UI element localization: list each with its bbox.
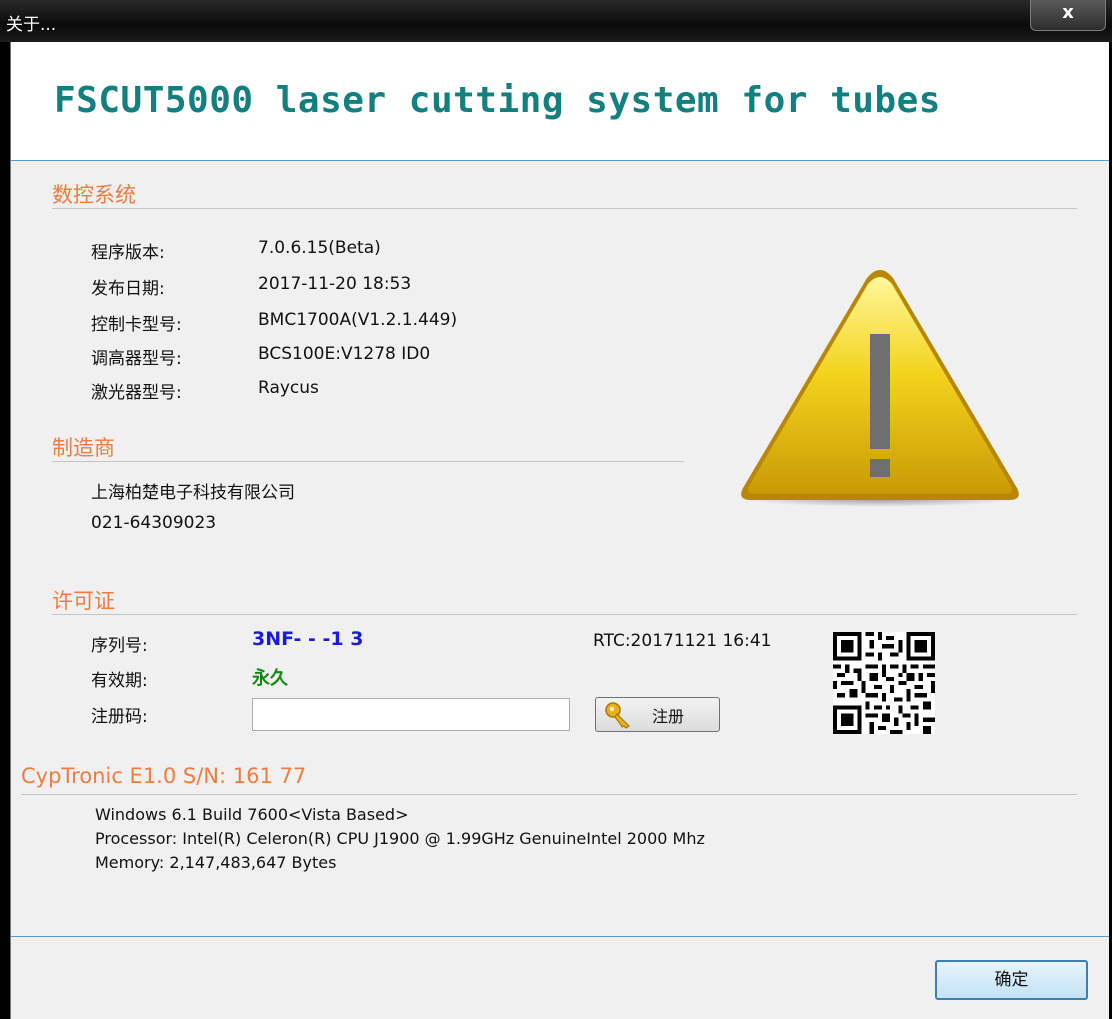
ok-button[interactable]: 确定 xyxy=(935,960,1088,1000)
memory-info: Memory: 2,147,483,647 Bytes xyxy=(95,853,337,872)
about-dialog: FSCUT5000 laser cutting system for tubes… xyxy=(0,42,1110,1019)
manufacturer-section-title: 制造商 xyxy=(52,436,115,460)
serial-value: 3NF- - -1 3 xyxy=(252,628,364,650)
serial-label: 序列号: xyxy=(91,636,148,656)
cnc-divider xyxy=(52,208,1077,209)
title-bar: 关于... x xyxy=(0,0,1112,42)
validity-label: 有效期: xyxy=(91,671,148,691)
app-title: FSCUT5000 laser cutting system for tubes xyxy=(54,80,941,121)
device-section-title: CypTronic E1.0 S/N: 161 77 xyxy=(21,764,307,788)
warning-triangle-icon xyxy=(740,270,1020,507)
release-date-label: 发布日期: xyxy=(91,279,165,299)
manufacturer-phone: 021-64309023 xyxy=(91,513,217,533)
cnc-section-title: 数控系统 xyxy=(52,183,136,207)
register-button[interactable]: 注册 xyxy=(595,697,720,732)
window-title: 关于... xyxy=(6,15,57,35)
rtc-value: RTC:20171121 16:41 xyxy=(593,631,772,651)
regcode-input[interactable] xyxy=(252,698,570,731)
key-icon xyxy=(605,701,630,729)
qr-code-icon xyxy=(833,632,935,734)
header-banner: FSCUT5000 laser cutting system for tubes xyxy=(11,42,1109,161)
manufacturer-divider xyxy=(52,461,684,462)
control-card-value: BMC1700A(V1.2.1.449) xyxy=(258,310,458,330)
height-controller-value: BCS100E:V1278 ID0 xyxy=(258,344,431,364)
laser-model-value: Raycus xyxy=(258,378,319,398)
dialog-body: FSCUT5000 laser cutting system for tubes… xyxy=(10,42,1109,1019)
os-info: Windows 6.1 Build 7600<Vista Based> xyxy=(95,805,409,824)
close-button[interactable]: x xyxy=(1030,0,1106,31)
device-divider xyxy=(21,794,1077,795)
validity-value: 永久 xyxy=(252,668,288,689)
register-button-label: 注册 xyxy=(652,706,685,726)
program-version-label: 程序版本: xyxy=(91,243,165,263)
footer-divider xyxy=(11,936,1109,937)
height-controller-label: 调高器型号: xyxy=(91,349,182,369)
license-section-title: 许可证 xyxy=(52,589,115,613)
control-card-label: 控制卡型号: xyxy=(91,315,182,335)
release-date-value: 2017-11-20 18:53 xyxy=(258,274,412,294)
program-version-value: 7.0.6.15(Beta) xyxy=(258,238,381,258)
regcode-label: 注册码: xyxy=(91,707,148,727)
manufacturer-name: 上海柏楚电子科技有限公司 xyxy=(91,483,295,503)
license-divider xyxy=(52,614,1077,615)
laser-model-label: 激光器型号: xyxy=(91,383,182,403)
processor-info: Processor: Intel(R) Celeron(R) CPU J1900… xyxy=(95,829,705,848)
